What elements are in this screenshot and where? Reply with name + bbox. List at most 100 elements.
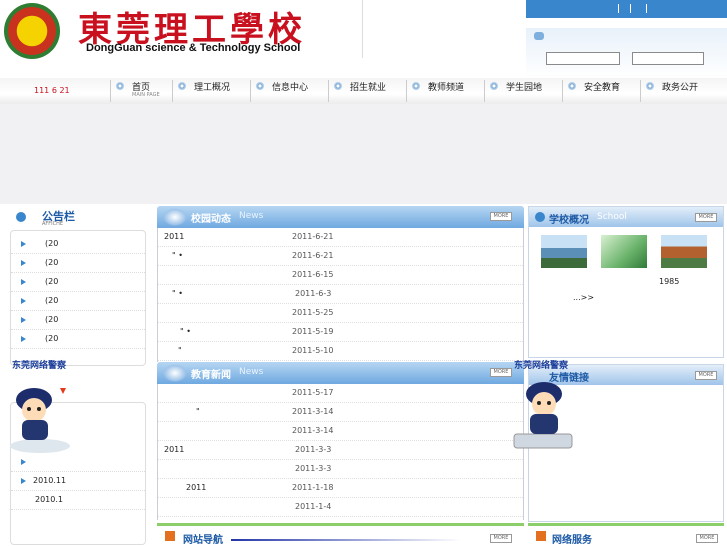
list-item-text: (20 [45,277,59,286]
site-nav-panel: 网站导航 MORE [157,523,524,546]
news-row[interactable]: 2011-5-25 [158,304,523,323]
news-row[interactable]: 2011 2011-6-21 [158,228,523,247]
list-item[interactable]: (20 [11,254,145,273]
more-button[interactable]: MORE [696,534,718,543]
nav-item-info[interactable]: 信息中心 [250,78,328,104]
top-link-separator [618,4,619,13]
news-date: 2011-6-21 [292,232,334,241]
nav-item-admissions[interactable]: 招生就业 [328,78,406,104]
nav-separator [328,80,329,102]
nav-bullet-icon [490,82,498,90]
news-row[interactable]: 2011 2011-3-3 [158,441,523,460]
username-input[interactable] [546,52,620,65]
news-date: 2011-6-15 [292,270,334,279]
arrow-box-icon [536,531,546,541]
notice-subtitle: AFFICHE [42,221,64,227]
cyber-police-logo[interactable]: 东莞网络警察 [514,358,568,371]
list-item[interactable]: (20 [11,311,145,330]
news-date: 2011-3-14 [292,407,334,416]
news-row[interactable]: 2011-6-15 [158,266,523,285]
cyber-police-icon[interactable] [506,372,578,454]
nav-bullet-icon [568,82,576,90]
notice-list: (20 (20 (20 (20 (20 (20 [10,230,146,366]
news-row[interactable]: 2011-3-14 [158,422,523,441]
list-item[interactable]: (20 [11,235,145,254]
campus-news-title: 校园动态 [191,214,231,225]
nav-item-overview[interactable]: 理工概况 [172,78,250,104]
nav-item-teachers[interactable]: 教师频道 [406,78,484,104]
list-item[interactable] [11,453,145,472]
nav-item-safety[interactable]: 安全教育 [562,78,640,104]
more-button[interactable]: MORE [490,212,512,221]
campus-photo[interactable] [661,235,707,268]
news-row[interactable]: " 2011-5-10 [158,342,523,361]
news-row[interactable]: " • 2011-6-3 [158,285,523,304]
login-icon [534,32,544,40]
nav-item-label: 政务公开 [662,83,699,93]
top-link-separator [646,4,647,13]
read-more-link[interactable]: ...>> [573,293,594,302]
nav-separator [484,80,485,102]
cyber-police-logo[interactable]: 东莞网络警察 [12,358,66,371]
news-row[interactable]: " • 2011-5-19 [158,323,523,342]
edu-news-list: 2011-5-17 " 2011-3-14 2011-3-14 2011 2011-… [157,384,524,520]
list-item[interactable]: 2010.1 [11,491,145,510]
news-row[interactable]: 2011 2011-1-18 [158,479,523,498]
arrow-box-icon [165,531,175,541]
news-row[interactable]: 2011-1-4 [158,498,523,517]
edu-news-title-en: News [239,367,264,377]
nav-bullet-icon [412,82,420,90]
news-title: 2011 [186,483,207,492]
school-overview-title: 学校概况 [549,215,589,226]
cyber-police-icon[interactable] [6,376,74,454]
campus-photo[interactable] [601,235,647,268]
divider [231,539,461,541]
list-item[interactable]: (20 [11,330,145,349]
campus-photo[interactable] [541,235,587,268]
nav-separator [250,80,251,102]
list-item-text: 2010.11 [33,476,67,485]
school-name-en: DongGuan science & Technology School [86,42,301,54]
network-service-panel: 网络服务 MORE [528,523,724,546]
magnifier-icon [163,364,187,382]
more-button[interactable]: MORE [695,371,717,380]
school-logo-banner[interactable]: 東莞理工學校 DongGuan science & Technology Sch… [0,0,363,59]
news-date: 2011-5-19 [292,327,334,336]
news-row[interactable]: 2011-3-3 [158,460,523,479]
password-input[interactable] [632,52,704,65]
arrow-icon [21,459,26,465]
main-nav: 111 6 21 首页 MAIN PAGE 理工概况 信息中心 招生就业 教师频… [0,78,727,104]
news-row[interactable]: 2011-5-17 [158,384,523,403]
list-item-text: (20 [45,239,59,248]
list-item[interactable]: (20 [11,273,145,292]
nav-date: 111 6 21 [34,86,70,95]
list-item-text: (20 [45,258,59,267]
more-button[interactable]: MORE [490,534,512,543]
news-date: 2011-1-18 [292,483,334,492]
arrow-icon [21,478,26,484]
nav-bullet-icon [116,82,124,90]
nav-item-government[interactable]: 政务公开 [640,78,726,104]
news-date: 2011-5-10 [292,346,334,355]
nav-separator [172,80,173,102]
school-overview-header: 学校概况 School MORE [529,207,723,227]
nav-bullet-icon [646,82,654,90]
list-item[interactable]: 2010.11 [11,472,145,491]
news-date: 2011-5-17 [292,388,334,397]
school-emblem-icon [4,3,60,59]
header: 東莞理工學校 DongGuan science & Technology Sch… [0,0,727,78]
more-button[interactable]: MORE [695,213,717,222]
login-bar [526,28,727,78]
nav-separator [110,80,111,102]
nav-item-students[interactable]: 学生园地 [484,78,562,104]
list-item[interactable]: (20 [11,292,145,311]
notice-icon [16,212,26,222]
news-row[interactable]: " 2011-3-14 [158,403,523,422]
news-row[interactable]: " • 2011-6-21 [158,247,523,266]
news-date: 2011-3-14 [292,426,334,435]
nav-item-home[interactable]: 首页 MAIN PAGE [110,78,172,104]
nav-item-label: 招生就业 [350,83,387,93]
nav-bullet-icon [178,82,186,90]
service-title: 网络服务 [552,535,592,546]
notice-panel: 公告栏 AFFICHE (20 (20 (20 (20 (20 (20 [10,206,146,366]
